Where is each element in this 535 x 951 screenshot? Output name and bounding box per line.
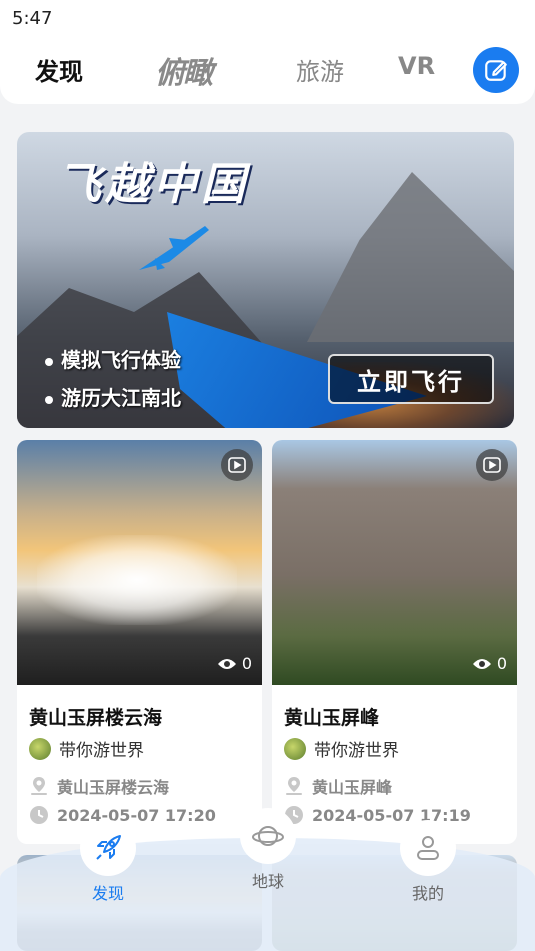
video-card[interactable]: 0 黄山玉屏峰 带你游世界 黄山玉屏峰 2024-05-07 17:19 <box>272 440 517 844</box>
banner-feature-2: 游历大江南北 <box>45 382 181 411</box>
bottom-tab-bar: 发现 地球 我的 <box>0 808 535 951</box>
author-name: 带你游世界 <box>314 741 399 761</box>
video-badge <box>476 449 508 481</box>
banner-title: 飞越中国 <box>57 159 249 210</box>
avatar[interactable] <box>284 737 306 760</box>
video-card[interactable]: 0 黄山玉屏楼云海 带你游世界 黄山玉屏楼云海 2024-05-07 17:20 <box>17 440 262 844</box>
card-thumbnail[interactable]: 0 <box>272 440 517 685</box>
view-count-value: 0 <box>241 654 252 673</box>
card-title: 黄山玉屏楼云海 <box>29 707 163 729</box>
tab-bar-earth-label: 地球 <box>251 872 284 891</box>
tab-discover[interactable]: 发现 <box>35 52 83 87</box>
tab-icon-circle <box>240 808 296 864</box>
flight-banner[interactable]: 飞越中国 模拟飞行体验 游历大江南北 立即飞行 <box>17 132 514 428</box>
card-title: 黄山玉屏峰 <box>284 707 380 729</box>
eye-icon <box>472 658 491 669</box>
tab-travel[interactable]: 旅游 <box>296 52 344 87</box>
clock-icon <box>30 806 48 824</box>
card-author[interactable]: 带你游世界 <box>29 736 144 761</box>
card-location: 黄山玉屏楼云海 <box>29 774 169 798</box>
view-count-value: 0 <box>496 654 507 673</box>
banner-peak-right <box>307 172 514 342</box>
tab-icon-circle <box>80 820 136 876</box>
avatar[interactable] <box>29 737 51 760</box>
banner-feature-1: 模拟飞行体验 <box>45 344 181 373</box>
tab-bar-discover-label: 发现 <box>91 884 124 903</box>
airplane-icon <box>139 226 209 270</box>
tab-bar-discover[interactable]: 发现 <box>80 820 136 904</box>
tab-overlook[interactable]: 俯瞰 <box>155 48 213 92</box>
user-icon <box>417 836 439 860</box>
card-author[interactable]: 带你游世界 <box>284 736 399 761</box>
video-badge <box>221 449 253 481</box>
view-count: 0 <box>472 654 507 673</box>
planet-icon <box>252 826 284 846</box>
location-pin-icon <box>31 777 47 795</box>
eye-icon <box>217 658 236 669</box>
author-name: 带你游世界 <box>59 741 144 761</box>
tab-vr[interactable]: VR <box>398 52 435 80</box>
tab-icon-circle <box>400 820 456 876</box>
status-time: 5:47 <box>12 8 53 29</box>
fly-now-button[interactable]: 立即飞行 <box>328 354 494 404</box>
location-text: 黄山玉屏楼云海 <box>57 778 170 797</box>
card-location: 黄山玉屏峰 <box>284 774 392 798</box>
view-count: 0 <box>217 654 252 673</box>
tab-bar-earth[interactable]: 地球 <box>240 808 296 892</box>
rocket-icon <box>96 835 121 860</box>
edit-icon <box>485 60 507 81</box>
top-nav: 发现 俯瞰 旅游 VR <box>0 36 535 104</box>
edit-button[interactable] <box>473 47 519 93</box>
video-icon <box>483 457 501 473</box>
location-pin-icon <box>286 777 302 795</box>
tab-bar-mine-label: 我的 <box>411 884 444 903</box>
video-icon <box>228 457 246 473</box>
status-bar: 5:47 <box>0 0 535 36</box>
location-text: 黄山玉屏峰 <box>312 778 393 797</box>
card-thumbnail[interactable]: 0 <box>17 440 262 685</box>
thumbnail-cloud <box>37 535 237 625</box>
tab-bar-mine[interactable]: 我的 <box>400 820 456 904</box>
